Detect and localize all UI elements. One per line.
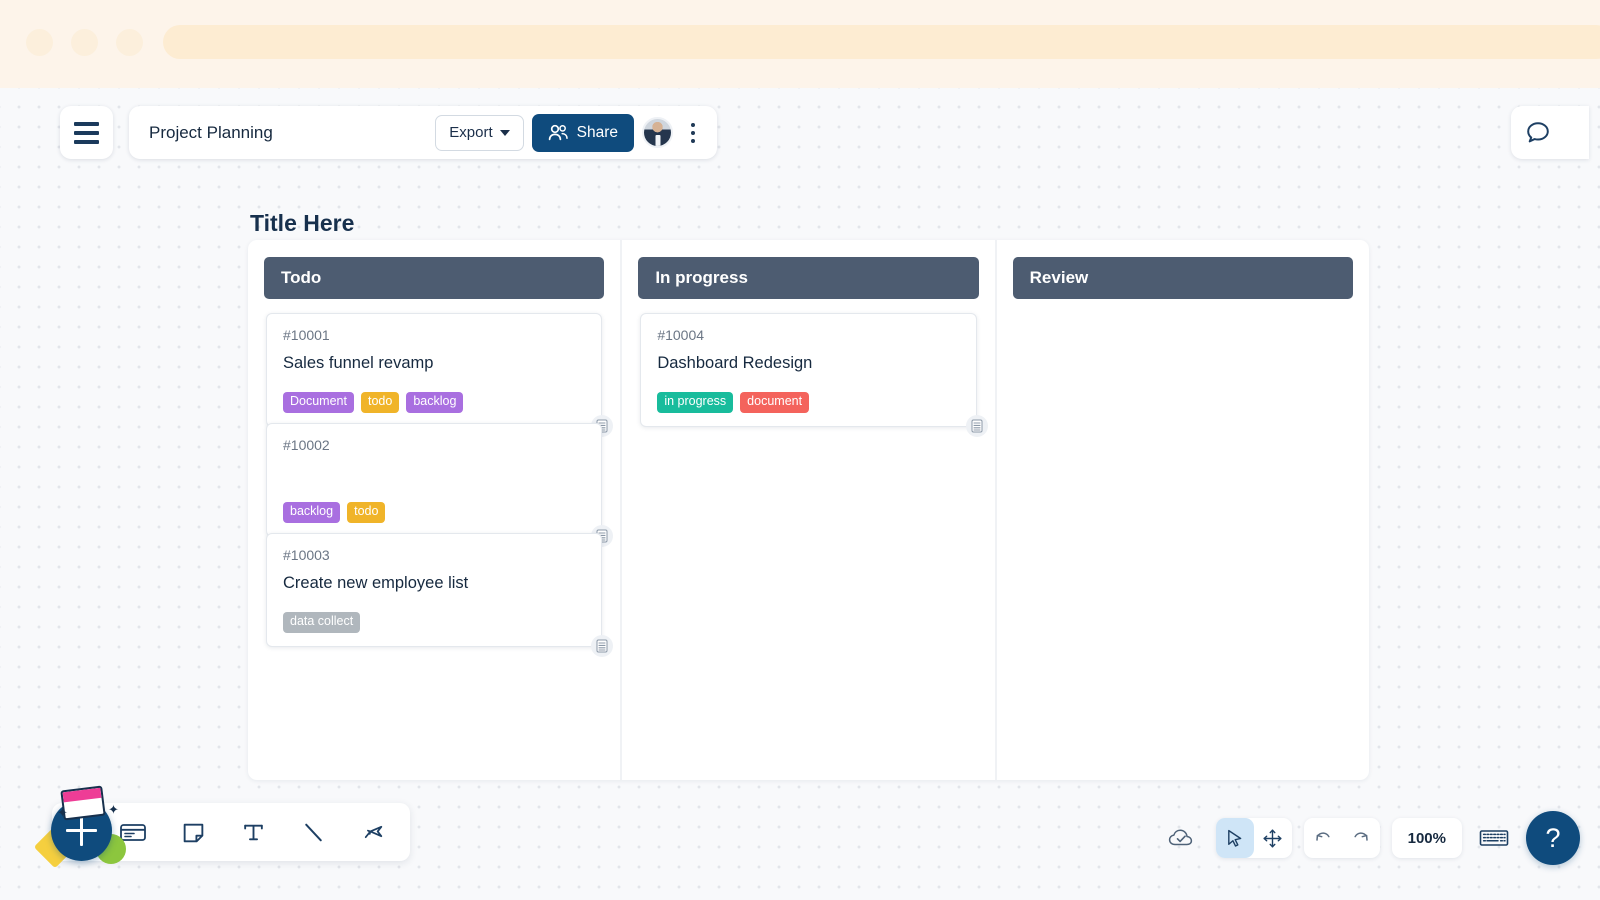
card-title: Sales funnel revamp [283, 354, 434, 372]
card-title: Create new employee list [283, 574, 469, 592]
card-tag[interactable]: document [740, 392, 810, 413]
comment-bubble-icon [1527, 121, 1549, 142]
browser-chrome [0, 0, 1600, 88]
card-tag[interactable]: in progress [657, 392, 734, 413]
board-column-todo: Todo #10001 Sales funnel revamp Document… [248, 240, 623, 780]
card-tag[interactable]: todo [360, 392, 400, 413]
board-title[interactable]: Project Planning [149, 123, 427, 143]
avatar[interactable] [642, 117, 673, 148]
hamburger-menu-icon [74, 130, 99, 135]
redo-button[interactable] [1342, 818, 1380, 858]
decor-star-icon: ✦ [57, 805, 68, 820]
card-tags: data collect [283, 612, 585, 633]
kanban-board: Todo #10001 Sales funnel revamp Document… [248, 240, 1369, 780]
card-id: #10002 [283, 437, 330, 453]
diagonal-line-icon [304, 823, 322, 841]
decor-star-icon: ✦ [108, 802, 119, 817]
zoom-level-label: 100% [1407, 829, 1446, 847]
marker-tool[interactable] [352, 810, 394, 854]
card-tags: Document todo backlog [283, 392, 585, 413]
card-tag[interactable]: Document [283, 392, 354, 413]
chevron-down-icon [499, 129, 510, 136]
text-tool[interactable] [232, 810, 274, 854]
column-header[interactable]: Review [1012, 257, 1353, 299]
share-label: Share [576, 123, 618, 141]
share-button[interactable]: Share [531, 113, 634, 152]
column-header[interactable]: Todo [264, 257, 605, 299]
pointer-mode-group [1215, 818, 1292, 858]
database-icon[interactable] [591, 635, 614, 657]
card-tag[interactable]: backlog [283, 502, 341, 523]
kebab-menu-icon [691, 122, 695, 127]
card-tag[interactable]: data collect [283, 612, 361, 633]
cloud-saved-button[interactable] [1160, 827, 1204, 849]
card-list: #10004 Dashboard Redesign in progress do… [622, 313, 994, 437]
move-arrows-icon [1263, 828, 1282, 848]
people-icon [548, 124, 568, 141]
undo-button[interactable] [1304, 818, 1342, 858]
board-column-in-progress: In progress #10004 Dashboard Redesign in… [622, 240, 997, 780]
whiteboard-canvas[interactable]: Project Planning Export Share Title Here… [0, 88, 1600, 900]
sticky-note-tool[interactable] [172, 810, 214, 854]
database-icon [596, 639, 608, 653]
sticky-note-icon [183, 823, 203, 842]
pan-tool-button[interactable] [1254, 818, 1292, 858]
browser-url-bar[interactable] [163, 25, 1600, 59]
kanban-card[interactable]: #10004 Dashboard Redesign in progress do… [640, 313, 988, 437]
kebab-menu-icon [691, 130, 695, 135]
hamburger-menu-button[interactable] [60, 106, 113, 159]
database-icon[interactable] [965, 415, 988, 437]
card-id: #10004 [657, 327, 705, 343]
text-t-icon [243, 824, 263, 840]
board-column-review: Review [997, 240, 1369, 780]
database-icon [971, 419, 983, 433]
export-label: Export [449, 124, 493, 141]
line-tool[interactable] [292, 810, 334, 854]
keyboard-icon [1479, 830, 1509, 846]
card-id: #10001 [283, 327, 330, 343]
hamburger-menu-icon [74, 139, 99, 144]
history-group [1303, 818, 1380, 858]
canvas-status-bar: 100% ? [1160, 811, 1580, 865]
card-list: #10001 Sales funnel revamp Document todo… [248, 313, 620, 657]
zoom-control[interactable]: 100% [1391, 818, 1462, 858]
select-tool-button[interactable] [1215, 818, 1254, 858]
card-title [283, 464, 585, 484]
kebab-menu-icon [691, 138, 695, 143]
window-dot-maximize[interactable] [116, 29, 143, 56]
column-title: Review [1029, 268, 1089, 287]
redo-arrow-icon [1354, 832, 1368, 841]
kanban-card[interactable]: #10002 backlog todo [266, 423, 614, 547]
column-header[interactable]: In progress [638, 257, 979, 299]
kanban-card[interactable]: #10001 Sales funnel revamp Document todo… [266, 313, 614, 437]
page-title: Title Here [250, 210, 355, 236]
more-options-button[interactable] [681, 122, 705, 143]
help-label: ? [1545, 822, 1561, 853]
card-tag[interactable]: todo [347, 502, 386, 523]
column-title: In progress [655, 268, 748, 287]
undo-arrow-icon [1315, 832, 1330, 841]
card-tag[interactable]: backlog [406, 392, 464, 413]
window-dot-close[interactable] [26, 29, 53, 56]
keyboard-shortcuts-button[interactable] [1474, 818, 1514, 858]
card-title: Dashboard Redesign [657, 354, 813, 372]
card-id: #10003 [283, 547, 330, 563]
cursor-arrow-icon [1228, 829, 1242, 847]
card-tags: in progress document [657, 392, 959, 413]
help-button[interactable]: ? [1526, 811, 1580, 865]
highlighter-pen-icon [364, 825, 382, 838]
comments-panel-button[interactable] [1511, 106, 1589, 159]
window-dot-minimize[interactable] [71, 29, 98, 56]
cloud-saved-icon [1168, 829, 1192, 846]
hamburger-menu-icon [74, 121, 99, 126]
board-toolbar: Project Planning Export Share [129, 106, 717, 159]
card-tags: backlog todo [283, 502, 585, 523]
export-button[interactable]: Export [435, 114, 524, 151]
kanban-card[interactable]: #10003 Create new employee list data col… [266, 533, 614, 657]
column-title: Todo [281, 268, 322, 287]
